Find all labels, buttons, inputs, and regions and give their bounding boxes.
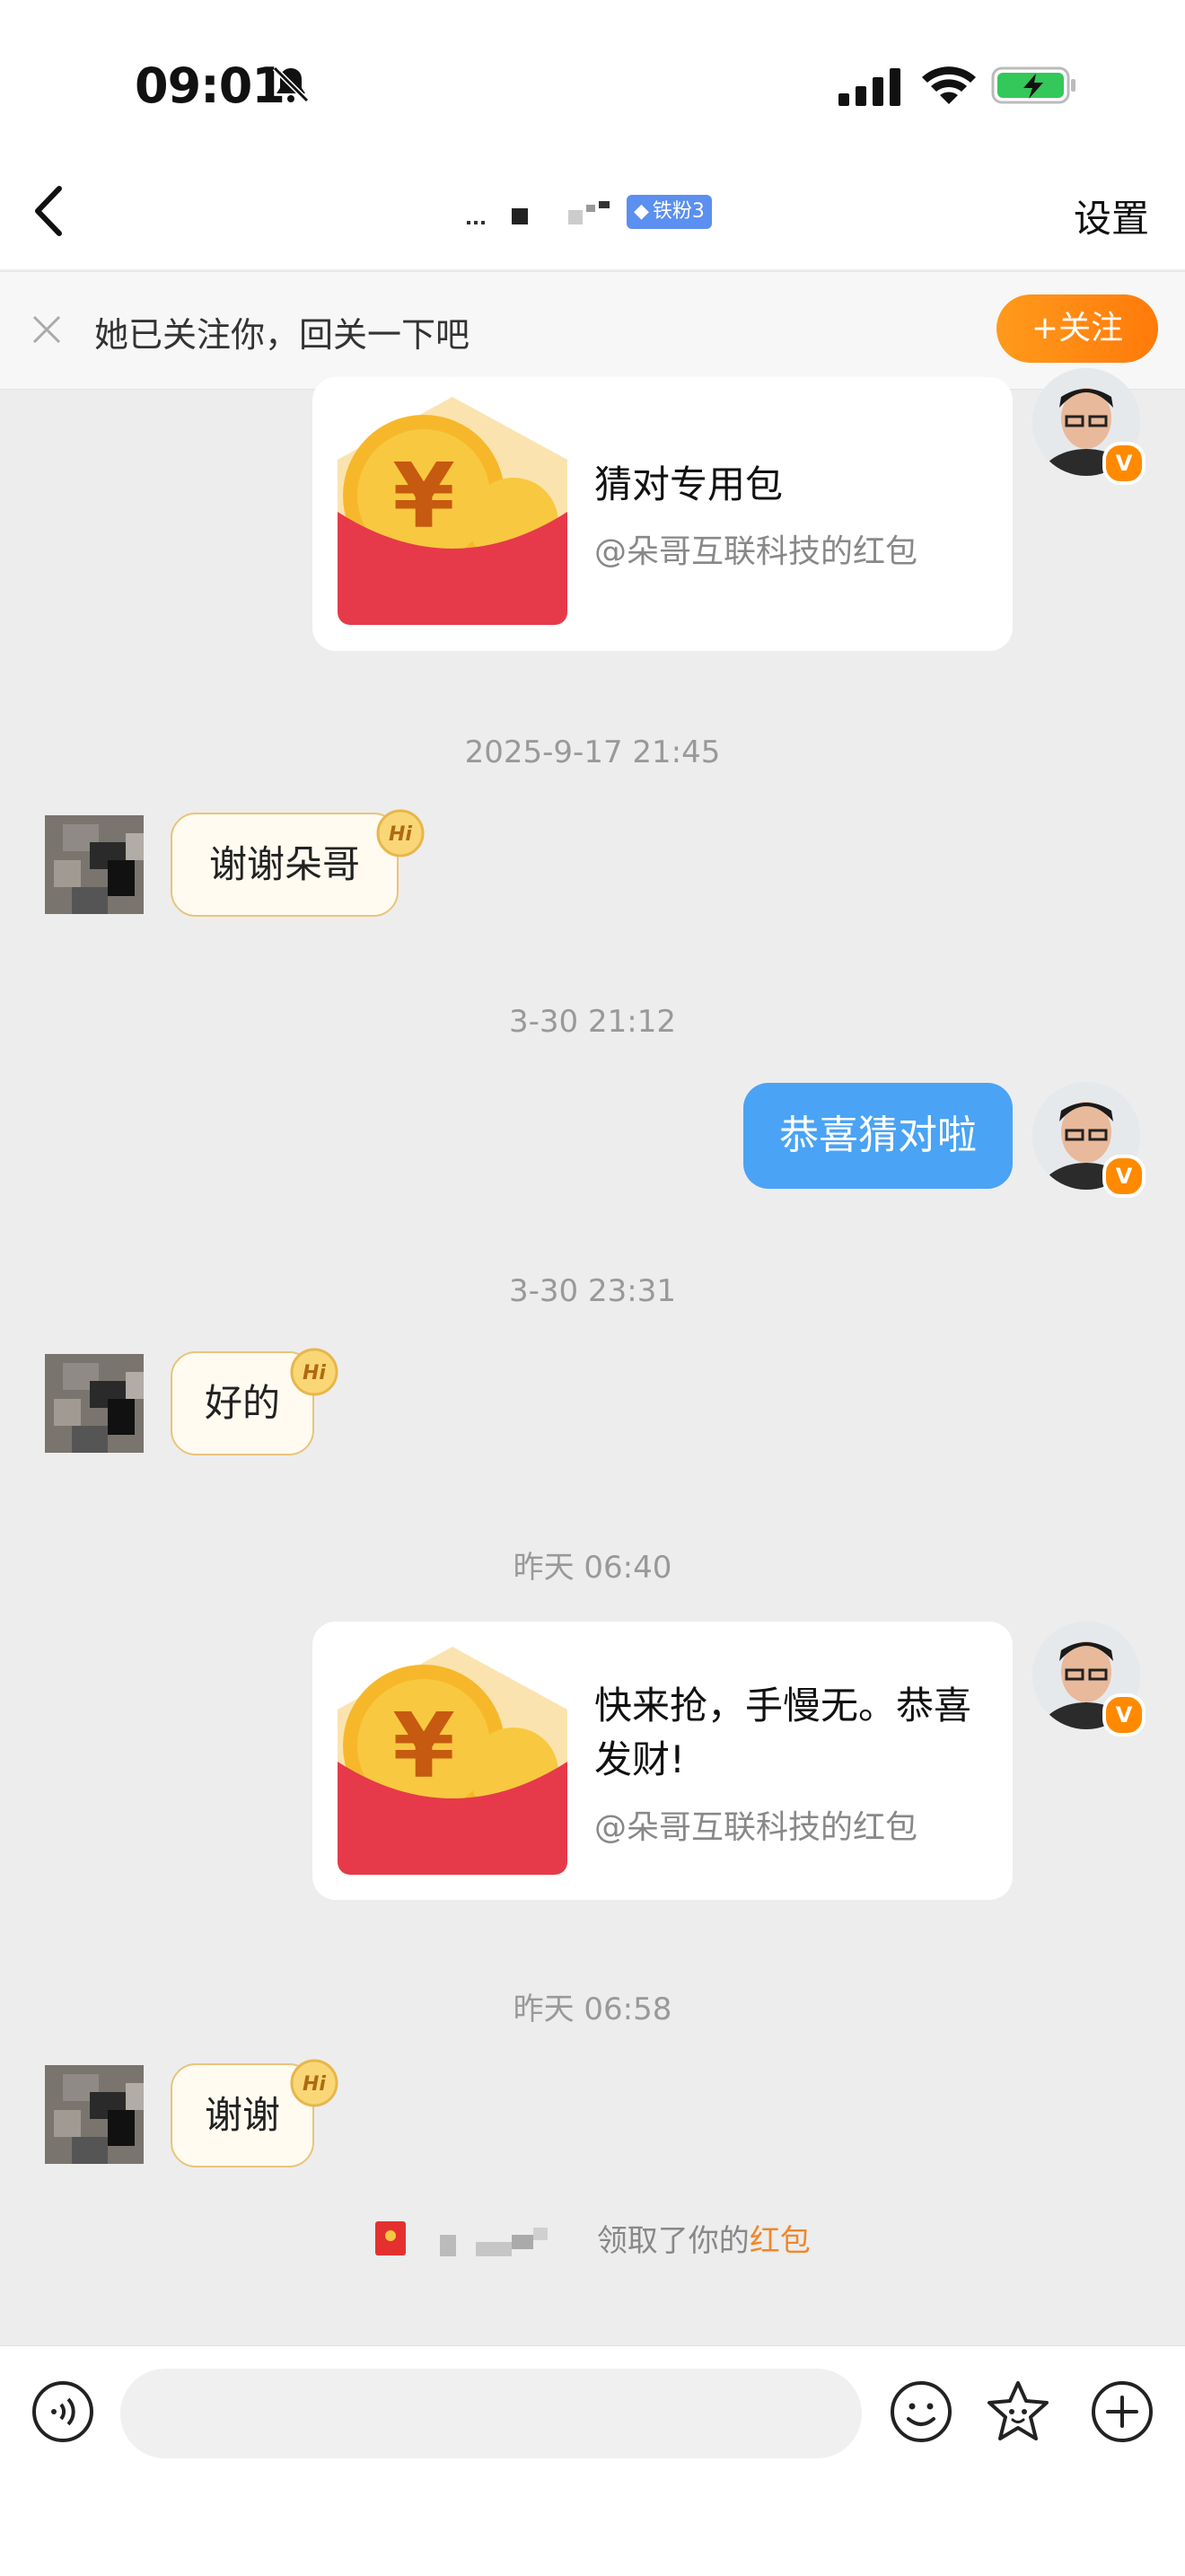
follow-banner-text: 她已关注你，回关一下吧	[94, 315, 470, 355]
message-bubble[interactable]: 恭喜猜对啦	[743, 1083, 1013, 1189]
message-bubble[interactable]: 谢谢朵哥	[171, 813, 399, 917]
fan-level-badge: ◆ 铁粉3	[627, 195, 712, 229]
message-input[interactable]	[120, 2369, 862, 2458]
redpacket-icon: ¥	[338, 397, 567, 625]
redpacket-icon: ¥	[338, 1647, 567, 1875]
svg-text:Hi: Hi	[303, 1362, 326, 1385]
svg-text:¥: ¥	[392, 1693, 455, 1798]
verified-badge: V	[1102, 1693, 1146, 1736]
follow-back-button[interactable]: +关注	[996, 295, 1158, 363]
svg-text:Hi: Hi	[303, 2073, 326, 2096]
timestamp: 昨天 06:40	[513, 1550, 672, 1586]
hi-badge-icon: Hi	[376, 809, 425, 857]
timestamp: 2025-9-17 21:45	[464, 734, 721, 770]
contact-avatar-masked	[45, 815, 144, 914]
redpacket-small-icon	[375, 2221, 407, 2255]
redpacket-subtitle: @朵哥互联科技的红包	[594, 1809, 918, 1846]
redpacket-link[interactable]: 红包	[750, 2223, 811, 2259]
timestamp: 3-30 23:31	[509, 1273, 676, 1309]
verified-badge: V	[1102, 1155, 1146, 1198]
battery-charging-icon	[991, 66, 1075, 104]
contact-name-masked	[440, 2228, 548, 2256]
signal-icon	[838, 68, 900, 106]
status-time: 09:01	[135, 57, 285, 114]
svg-text:¥: ¥	[392, 444, 455, 549]
hi-badge-icon: Hi	[290, 1348, 338, 1396]
voice-icon[interactable]	[31, 2379, 95, 2444]
redpacket-title: 快来抢，手慢无。恭喜发财!	[594, 1684, 972, 1781]
contact-name-masked	[467, 201, 610, 224]
bell-muted-icon	[272, 66, 310, 103]
verified-badge: V	[1102, 442, 1146, 485]
contact-avatar-masked	[45, 1354, 144, 1453]
plus-icon[interactable]	[1090, 2379, 1154, 2444]
wifi-icon	[922, 66, 976, 104]
close-icon[interactable]	[27, 310, 66, 349]
settings-button[interactable]: 设置	[1074, 189, 1149, 243]
redpacket-received-notice: 领取了你的红包	[0, 2216, 1185, 2260]
sticker-icon[interactable]	[984, 2378, 1052, 2446]
emoji-icon[interactable]	[889, 2379, 953, 2444]
hi-badge-icon: Hi	[290, 2059, 338, 2107]
contact-avatar-masked	[45, 2065, 144, 2164]
diamond-icon: ◆	[634, 200, 649, 223]
redpacket-subtitle: @朵哥互联科技的红包	[594, 533, 918, 570]
timestamp: 3-30 21:12	[509, 1004, 676, 1040]
svg-text:Hi: Hi	[389, 823, 412, 846]
back-chevron-icon[interactable]	[25, 180, 79, 242]
redpacket-title: 猜对专用包	[594, 462, 784, 506]
timestamp: 昨天 06:58	[513, 1991, 672, 2027]
